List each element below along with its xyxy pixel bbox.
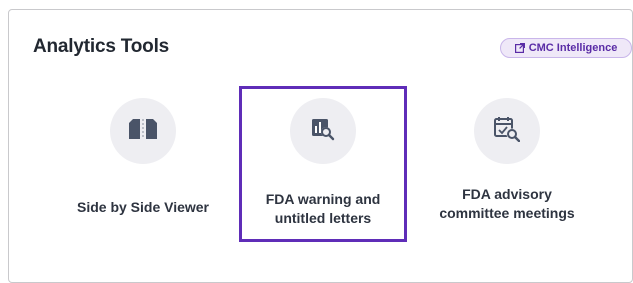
tool-label: Side by Side Viewer xyxy=(76,199,210,215)
tool-label: FDA advisory committee meetings xyxy=(439,186,575,221)
panel-title: Analytics Tools xyxy=(33,36,170,57)
tool-side-by-side-viewer[interactable]: Side by Side Viewer xyxy=(59,86,227,242)
tool-fda-advisory-meetings[interactable]: FDA advisory committee meetings xyxy=(423,86,591,242)
calendar-search-icon xyxy=(494,116,521,147)
tool-label: FDA warning and untitled letters xyxy=(265,191,381,226)
tool-fda-warning-letters[interactable]: FDA warning and untitled letters xyxy=(239,86,407,242)
tool-icon-circle xyxy=(110,98,176,164)
tool-icon-circle xyxy=(290,98,356,164)
chart-search-icon xyxy=(311,117,335,146)
cmc-intelligence-label: CMC Intelligence xyxy=(528,42,618,54)
split-document-icon xyxy=(128,118,158,144)
tool-icon-circle xyxy=(474,98,540,164)
cmc-intelligence-link[interactable]: CMC Intelligence xyxy=(500,38,632,58)
external-link-icon xyxy=(514,43,525,53)
analytics-tools-panel: Analytics Tools CMC Intelligence Side by… xyxy=(8,9,633,283)
